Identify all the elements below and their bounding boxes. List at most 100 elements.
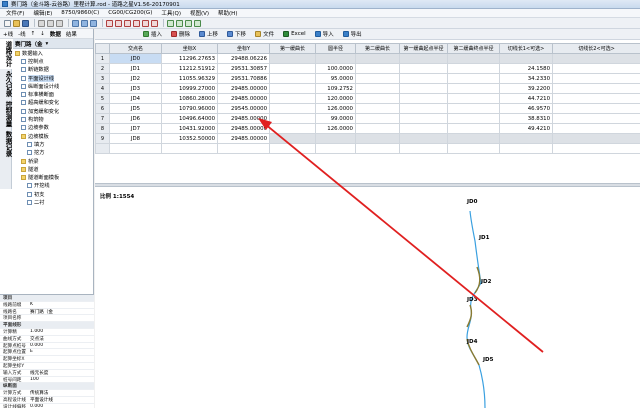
- tree-item[interactable]: 二衬: [13, 198, 93, 206]
- table-cell-l2[interactable]: [355, 113, 400, 124]
- tree-item[interactable]: 构筑物: [13, 115, 93, 123]
- menu-help[interactable]: 帮助(H): [218, 9, 237, 17]
- new-file-icon[interactable]: [4, 19, 11, 27]
- property-row[interactable]: 起算点位置 E: [0, 349, 94, 357]
- row-number[interactable]: 5: [95, 93, 110, 104]
- property-row[interactable]: 线路前缀 K: [0, 302, 94, 309]
- insert-button[interactable]: 插入: [143, 30, 162, 38]
- table-cell-r2[interactable]: [447, 63, 500, 74]
- vtab-road-design[interactable]: 道路设计: [0, 39, 12, 69]
- table-cell-x[interactable]: 10431.92000: [161, 123, 218, 134]
- table-cell-l1[interactable]: [269, 63, 316, 74]
- table-cell-t1[interactable]: 44.7210: [499, 93, 553, 104]
- table-cell-r[interactable]: 100.0000: [315, 63, 356, 74]
- table-cell-name[interactable]: JD8: [109, 133, 162, 144]
- table-cell-name[interactable]: JD0: [109, 53, 162, 64]
- table-cell-r1[interactable]: [399, 103, 448, 114]
- table-cell-l1[interactable]: [269, 83, 316, 94]
- zoom-all-icon[interactable]: [133, 19, 140, 27]
- table-cell-r1[interactable]: [399, 73, 448, 84]
- table-row[interactable]: 2 JD1 11212.51912 29531.30857 100.0000 24.158…: [95, 63, 640, 74]
- table-cell-l1[interactable]: [269, 73, 316, 84]
- property-value[interactable]: E: [30, 349, 94, 355]
- tree-item[interactable]: 初支: [13, 190, 93, 198]
- table-cell-empty[interactable]: [552, 143, 640, 154]
- table-cell-r2[interactable]: [447, 113, 500, 124]
- table-cell-x[interactable]: 11055.96329: [161, 73, 218, 84]
- table-row[interactable]: 7 JD6 10496.64000 29485.00000 99.0000 38.8310: [95, 113, 640, 124]
- property-row[interactable]: 项目名称: [0, 315, 94, 323]
- table-cell-r[interactable]: 109.2752: [315, 83, 356, 94]
- menu-cg00[interactable]: CG00/CG200(G): [108, 10, 152, 16]
- property-row[interactable]: 曲线方式 交点法: [0, 336, 94, 343]
- property-value[interactable]: 0.000: [30, 404, 94, 408]
- table-cell-r1[interactable]: [399, 113, 448, 124]
- tree-item[interactable]: 平面设计线: [13, 74, 93, 82]
- table-cell-t2[interactable]: [552, 103, 640, 114]
- tree-item[interactable]: 边坡参数: [13, 124, 93, 132]
- table-cell-empty[interactable]: [499, 143, 553, 154]
- column-header[interactable]: 坐标Y: [217, 43, 270, 54]
- table-cell-r2[interactable]: [447, 83, 500, 94]
- row-number[interactable]: 9: [95, 133, 110, 144]
- zoom-out-icon[interactable]: [115, 19, 122, 27]
- table-cell-empty[interactable]: [399, 143, 448, 154]
- column-header[interactable]: 第二缓曲终点半径: [447, 43, 500, 54]
- view-icon[interactable]: [81, 19, 88, 27]
- table-cell-r2[interactable]: [447, 53, 500, 64]
- table-cell-l1[interactable]: [269, 103, 316, 114]
- column-header[interactable]: 交点名: [109, 43, 162, 54]
- table-cell-t1[interactable]: 39.2200: [499, 83, 553, 94]
- table-cell-x[interactable]: 10352.50000: [161, 133, 218, 144]
- tree-item[interactable]: 标准横断面: [13, 90, 93, 98]
- tree-item[interactable]: 隧道: [13, 165, 93, 173]
- property-row[interactable]: 桩号间距 100: [0, 377, 94, 384]
- table-cell-y[interactable]: 29485.00000: [217, 83, 270, 94]
- property-row[interactable]: 起算点桩号 0.000: [0, 343, 94, 350]
- tree-item[interactable]: 加宽缓和变化: [13, 107, 93, 115]
- table-cell-y[interactable]: 29485.00000: [217, 93, 270, 104]
- measure-icon[interactable]: [167, 19, 174, 27]
- property-row[interactable]: 高程设计线 平面设计线: [0, 397, 94, 404]
- property-value[interactable]: 线元长度: [30, 370, 94, 376]
- property-row[interactable]: 设计线偏移 0.000: [0, 404, 94, 408]
- table-cell-y[interactable]: 29485.00000: [217, 113, 270, 124]
- table-cell-t2[interactable]: [552, 93, 640, 104]
- tree-item[interactable]: 开挖线: [13, 182, 93, 190]
- table-cell-empty[interactable]: [269, 143, 316, 154]
- property-value[interactable]: 传统算法: [30, 390, 94, 396]
- tab-results[interactable]: 结果: [66, 30, 77, 38]
- table-cell-x[interactable]: 10999.27000: [161, 83, 218, 94]
- property-row[interactable]: 计算精 1.000: [0, 329, 94, 336]
- property-value[interactable]: 赛门路（金: [30, 309, 94, 315]
- table-cell-empty[interactable]: [315, 143, 356, 154]
- table-cell-y[interactable]: 29545.00000: [217, 103, 270, 114]
- table-cell-l2[interactable]: [355, 103, 400, 114]
- table-cell-r2[interactable]: [447, 73, 500, 84]
- move-down-button[interactable]: ↓: [40, 31, 45, 37]
- table-cell-x[interactable]: 10496.64000: [161, 113, 218, 124]
- table-cell-name[interactable]: JD2: [109, 73, 162, 84]
- menu-view[interactable]: 视图(V): [190, 9, 209, 17]
- table-cell-l2[interactable]: [355, 93, 400, 104]
- table-cell-x[interactable]: 10790.96000: [161, 103, 218, 114]
- excel-button[interactable]: Excel: [283, 31, 306, 37]
- point-icon[interactable]: [176, 19, 183, 27]
- table-cell-l1[interactable]: [269, 53, 316, 64]
- calc-icon[interactable]: [72, 19, 79, 27]
- menu-file[interactable]: 文件(F): [6, 9, 24, 17]
- property-value[interactable]: 交点法: [30, 336, 94, 342]
- property-value[interactable]: [30, 356, 94, 362]
- table-cell-t2[interactable]: [552, 133, 640, 144]
- table-row[interactable]: 3 JD2 11055.96329 29531.70886 95.0000 34.2330: [95, 73, 640, 84]
- table-cell-empty[interactable]: [109, 143, 162, 154]
- table-cell-name[interactable]: JD4: [109, 93, 162, 104]
- table-row-empty[interactable]: [95, 143, 640, 154]
- vtab-control-survey[interactable]: 控制测量: [0, 99, 12, 129]
- tab-data[interactable]: 数据: [50, 30, 61, 38]
- tree-item[interactable]: 挖方: [13, 149, 93, 157]
- table-cell-r1[interactable]: [399, 53, 448, 64]
- property-value[interactable]: 100: [30, 377, 94, 383]
- remove-line-button[interactable]: -线: [18, 30, 26, 38]
- export-button[interactable]: 导出: [342, 30, 362, 38]
